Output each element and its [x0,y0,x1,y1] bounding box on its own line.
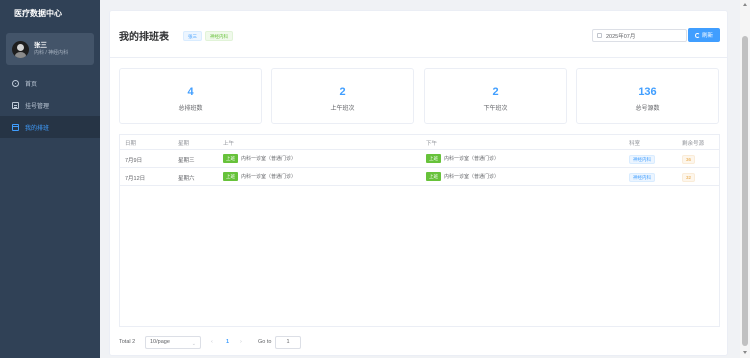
calendar-icon [12,123,19,131]
cell-morning: 上班 内科一诊室（普通门诊） [223,172,296,181]
clinic-room: 内科一诊室（普通门诊） [241,174,297,180]
remaining-badge: 36 [682,155,696,164]
stat-afternoon-shifts: 2 下午班次 [424,68,567,124]
next-page-button[interactable]: › [240,339,242,345]
pagination: Total 2 10/page ⌄ ‹ 1 › Go to 1 [119,336,419,349]
clinic-room: 内科一诊室（普通门诊） [444,174,500,180]
stat-value: 136 [638,86,657,98]
refresh-button[interactable]: 刷新 [688,28,720,42]
department-badge: 神经内科 [629,155,655,164]
document-icon [12,101,19,109]
user-card: 张三 内科 / 神经内科 [6,33,94,65]
table-row: 7月12日 星期六 上班 内科一诊室（普通门诊） 上班 内科一诊室（普通门诊） … [120,168,719,186]
doctor-name-tag: 张三 [183,31,202,41]
department-tag: 神经内科 [205,31,233,41]
on-duty-badge: 上班 [223,154,238,163]
avatar [12,40,29,58]
sidebar-menu: 首页 挂号管理 我的排班 [0,72,100,138]
pagination-total: Total 2 [119,339,136,345]
stat-value: 2 [492,86,499,98]
clinic-room: 内科一诊室（普通门诊） [444,156,500,162]
column-header-afternoon: 下午 [426,141,438,147]
stat-label: 总号源数 [635,106,660,112]
page-size-value: 10/page [150,339,170,345]
refresh-icon [694,32,700,38]
stat-label: 下午班次 [483,106,508,112]
remaining-badge: 32 [682,173,696,182]
goto-label: Go to [258,339,272,345]
schedule-table: 日期 星期 上午 下午 科室 剩余号源 7月9日 星期三 上班 内科一诊室（普通… [119,134,720,327]
table-header: 日期 星期 上午 下午 科室 剩余号源 [120,135,719,150]
stat-morning-shifts: 2 上午班次 [271,68,414,124]
scroll-up-icon[interactable] [743,3,747,6]
sidebar-item-label: 挂号管理 [25,103,50,110]
clinic-room: 内科一诊室（普通门诊） [241,156,297,162]
refresh-label: 刷新 [701,33,713,39]
stat-value: 4 [187,86,194,98]
month-picker[interactable]: 2025年07月 [592,29,687,42]
sidebar: 医疗数据中心 张三 内科 / 神经内科 首页 挂号管理 我的排班 [0,0,100,358]
sidebar-item-home[interactable]: 首页 [0,72,100,94]
calendar-icon [597,33,602,38]
sidebar-item-label: 我的排班 [25,125,50,132]
month-value: 2025年07月 [606,33,636,40]
cell-afternoon: 上班 内科一诊室（普通门诊） [426,172,499,181]
on-duty-badge: 上班 [426,154,441,163]
cell-weekday: 星期三 [178,158,195,164]
page-scrollbar[interactable] [740,0,750,358]
prev-page-button[interactable]: ‹ [211,339,213,345]
sidebar-item-label: 首页 [25,81,38,88]
app-title: 医疗数据中心 [14,9,62,18]
stat-label: 总排班数 [178,106,203,112]
stat-total-slots: 136 总号源数 [576,68,719,124]
sidebar-item-my-schedule[interactable]: 我的排班 [0,116,100,138]
card-header: 我的排班表 张三 神经内科 2025年07月 刷新 [110,11,727,58]
cell-weekday: 星期六 [178,176,195,182]
on-duty-badge: 上班 [223,172,238,181]
table-row: 7月9日 星期三 上班 内科一诊室（普通门诊） 上班 内科一诊室（普通门诊） 神… [120,150,719,168]
column-header-date: 日期 [125,141,137,147]
stat-total-shifts: 4 总排班数 [119,68,262,124]
page-number-current[interactable]: 1 [226,339,229,345]
goto-page-input[interactable]: 1 [275,336,301,349]
scroll-down-icon[interactable] [743,351,747,354]
sidebar-item-registration[interactable]: 挂号管理 [0,94,100,116]
home-icon [12,79,19,87]
column-header-weekday: 星期 [178,141,190,147]
schedule-card: 我的排班表 张三 神经内科 2025年07月 刷新 4 总排班数 2 上午班次 … [109,10,728,356]
column-header-morning: 上午 [223,141,235,147]
column-header-remaining: 剩余号源 [682,141,705,147]
scroll-thumb[interactable] [742,36,748,346]
cell-morning: 上班 内科一诊室（普通门诊） [223,154,296,163]
cell-date: 7月12日 [125,176,146,182]
stat-value: 2 [339,86,346,98]
column-header-department: 科室 [629,141,641,147]
stat-label: 上午班次 [330,106,355,112]
chevron-down-icon: ⌄ [191,341,196,347]
on-duty-badge: 上班 [426,172,441,181]
cell-afternoon: 上班 内科一诊室（普通门诊） [426,154,499,163]
user-name: 张三 [34,42,47,49]
cell-date: 7月9日 [125,158,143,164]
department-badge: 神经内科 [629,173,655,182]
page-title: 我的排班表 [119,32,169,43]
user-dept: 内科 / 神经内科 [34,50,69,56]
page-size-select[interactable]: 10/page ⌄ [145,336,201,349]
